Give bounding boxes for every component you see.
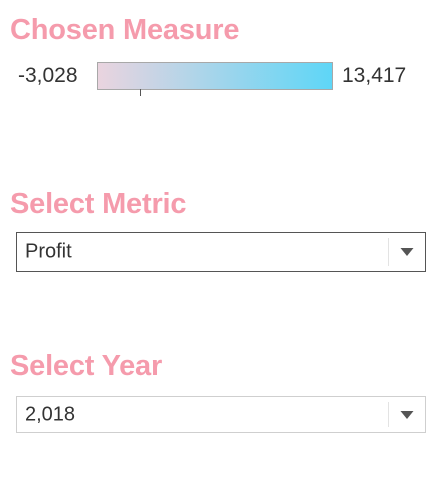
select-year-title: Select Year	[10, 350, 163, 382]
chevron-down-icon	[400, 410, 414, 419]
chevron-down-icon	[400, 248, 414, 256]
color-legend: -3,028 13,417	[0, 62, 448, 96]
year-dropdown-value: 2,018	[25, 403, 76, 425]
metric-dropdown[interactable]: Profit	[16, 232, 426, 272]
metric-dropdown-arrow[interactable]	[389, 233, 425, 271]
year-dropdown-arrow[interactable]	[389, 397, 425, 432]
legend-gradient-bar	[97, 62, 333, 90]
select-metric-title: Select Metric	[10, 188, 187, 220]
metric-dropdown-value: Profit	[25, 240, 72, 263]
legend-zero-marker	[140, 89, 142, 96]
year-dropdown[interactable]: 2,018	[16, 396, 426, 433]
legend-max-label: 13,417	[342, 64, 407, 87]
legend-min-label: -3,028	[18, 64, 78, 87]
legend-title: Chosen Measure	[10, 14, 240, 46]
